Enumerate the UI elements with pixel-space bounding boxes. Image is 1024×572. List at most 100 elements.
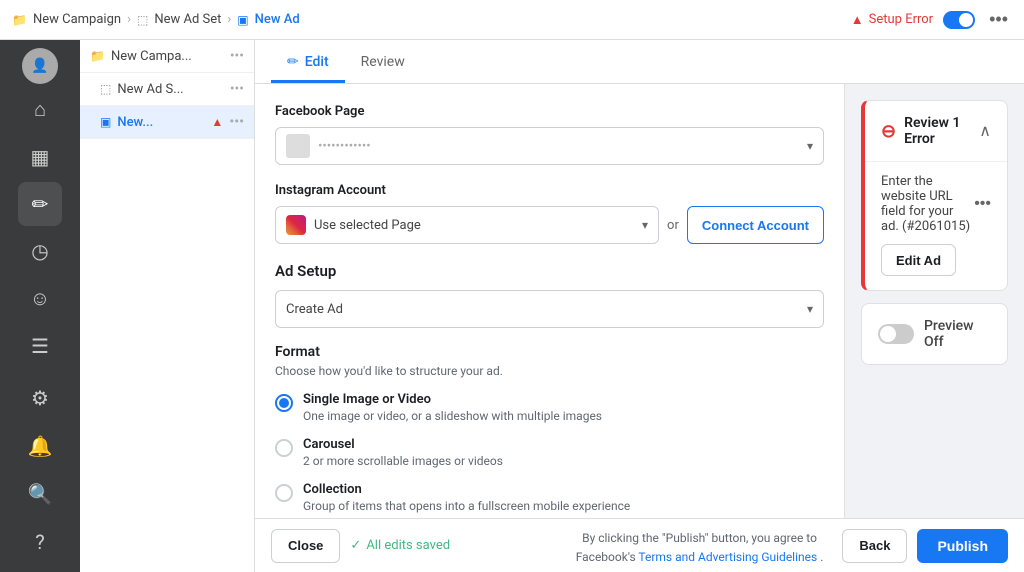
ad-setup-section: Ad Setup Create Ad ▾ Format Choose how y… (275, 262, 824, 518)
sidebar-list[interactable]: ☰ (18, 325, 62, 368)
format-carousel-name: Carousel (303, 437, 503, 452)
radio-carousel[interactable] (275, 439, 293, 457)
saved-status-text: All edits saved (366, 538, 450, 553)
bottom-bar: Close ✓ All edits saved By clicking the … (255, 518, 1024, 572)
sidebar-gear[interactable]: ⚙ (18, 376, 62, 420)
breadcrumb-adset[interactable]: New Ad Set (154, 12, 221, 27)
edit-tab-label: Edit (305, 54, 329, 70)
ad-setup-dropdown[interactable]: Create Ad ▾ (275, 290, 824, 328)
breadcrumb-ad: New Ad (255, 12, 300, 27)
sidebar-bell[interactable]: 🔔 (18, 424, 62, 468)
instagram-selected-value: Use selected Page (314, 218, 421, 233)
facebook-page-arrow: ▾ (807, 139, 813, 153)
format-option-carousel[interactable]: Carousel 2 or more scrollable images or … (275, 437, 824, 468)
format-single-desc: One image or video, or a slideshow with … (303, 409, 602, 423)
setup-error: ▲ Setup Error (851, 12, 933, 28)
warning-icon: ▲ (851, 12, 864, 28)
error-collapse-button[interactable]: ∧ (979, 121, 991, 141)
format-single-name: Single Image or Video (303, 392, 602, 407)
active-icon: ▣ (237, 13, 248, 27)
adset-icon-panel: ⬚ (100, 82, 111, 96)
format-collection-text: Collection Group of items that opens int… (303, 482, 630, 513)
instagram-account-group: Instagram Account Use selected Page ▾ or… (275, 183, 824, 244)
error-card-header: ⊖ Review 1 Error ∧ (865, 101, 1007, 161)
terms-link[interactable]: Terms and Advertising Guidelines (638, 550, 817, 564)
campaign-more-icon[interactable]: ••• (230, 48, 244, 64)
breadcrumb-sep-2: › (227, 12, 231, 27)
campaign-item-new-campaign[interactable]: 📁 New Campa... ••• (80, 40, 254, 73)
ad-more-icon[interactable]: ••• (229, 114, 244, 130)
format-group: Format Choose how you'd like to structur… (275, 344, 824, 513)
format-carousel-text: Carousel 2 or more scrollable images or … (303, 437, 503, 468)
preview-label: Preview Off (924, 318, 991, 350)
or-separator: or (667, 218, 679, 233)
sidebar-clock[interactable]: ◷ (18, 230, 62, 273)
bottom-bar-right: Back Publish (842, 529, 1008, 563)
sidebar-search[interactable]: 🔍 (18, 472, 62, 516)
tab-edit[interactable]: ✏ Edit (271, 44, 345, 83)
format-subtitle: Choose how you'd like to structure your … (275, 364, 824, 378)
format-single-text: Single Image or Video One image or video… (303, 392, 602, 423)
campaign-panel: 📁 New Campa... ••• ⬚ New Ad S... ••• ▣ N… (80, 40, 255, 572)
top-bar-right: ▲ Setup Error ••• (851, 9, 1012, 30)
sidebar-analytics[interactable]: ▦ (18, 135, 62, 178)
error-title: ⊖ Review 1 Error (881, 115, 979, 147)
sidebar-edit[interactable]: ✏ (18, 182, 62, 225)
back-button[interactable]: Back (842, 529, 907, 563)
review-tab-label: Review (361, 54, 405, 70)
publish-button[interactable]: Publish (917, 529, 1008, 563)
ad-icon-panel: ▣ (100, 115, 111, 129)
sidebar-help[interactable]: ? (18, 520, 62, 564)
campaign-item-new-ad[interactable]: ▣ New... ▲ ••• (80, 106, 254, 139)
create-ad-label: Create Ad (286, 302, 343, 317)
format-option-single[interactable]: Single Image or Video One image or video… (275, 392, 824, 423)
avatar[interactable]: 👤 (22, 48, 58, 84)
page-thumbnail (286, 134, 310, 158)
facebook-page-selected: •••••••••••• (318, 139, 371, 154)
left-sidebar: 👤 ⌂ ▦ ✏ ◷ ☺ ☰ ⚙ 🔔 🔍 ? (0, 40, 80, 572)
error-card: ⊖ Review 1 Error ∧ Enter the website URL… (861, 100, 1008, 291)
sidebar-home[interactable]: ⌂ (18, 88, 62, 131)
radio-single[interactable] (275, 394, 293, 412)
ad-warning-icon: ▲ (211, 115, 223, 129)
error-more-button[interactable]: ••• (974, 195, 991, 213)
campaign-item-label: New Campa... (111, 49, 224, 64)
close-button[interactable]: Close (271, 529, 340, 563)
facebook-page-label: Facebook Page (275, 104, 824, 119)
facebook-page-value: •••••••••••• (286, 134, 371, 158)
more-options-button[interactable]: ••• (985, 9, 1012, 30)
breadcrumb-campaign[interactable]: New Campaign (33, 12, 121, 27)
right-panel: ⊖ Review 1 Error ∧ Enter the website URL… (845, 84, 1024, 518)
adset-item-label: New Ad S... (117, 82, 223, 97)
sidebar-bottom: ⚙ 🔔 🔍 ? (18, 376, 62, 564)
sidebar-emoji[interactable]: ☺ (18, 277, 62, 320)
edit-ad-button[interactable]: Edit Ad (881, 244, 956, 276)
format-collection-name: Collection (303, 482, 630, 497)
instagram-account-label: Instagram Account (275, 183, 824, 198)
toggle-knob (959, 13, 973, 27)
instagram-select[interactable]: Use selected Page ▾ (275, 206, 659, 244)
preview-toggle[interactable] (878, 324, 914, 344)
adset-more-icon[interactable]: ••• (230, 81, 244, 97)
content-area: ✏ Edit Review Facebook Page •••••••••••• (255, 40, 1024, 572)
facebook-page-group: Facebook Page •••••••••••• ▾ (275, 104, 824, 165)
error-badge-icon: ⊖ (881, 121, 896, 142)
format-option-collection[interactable]: Collection Group of items that opens int… (275, 482, 824, 513)
instagram-select-arrow: ▾ (642, 218, 648, 232)
error-message-text: Enter the website URL field for your ad.… (881, 174, 974, 234)
preview-card: Preview Off (861, 303, 1008, 365)
facebook-page-select[interactable]: •••••••••••• ▾ (275, 127, 824, 165)
connect-account-button[interactable]: Connect Account (687, 206, 824, 244)
setup-error-label: Setup Error (869, 12, 933, 27)
radio-collection[interactable] (275, 484, 293, 502)
breadcrumb: 📁 New Campaign › ⬚ New Ad Set › ▣ New Ad (12, 12, 843, 27)
two-col-layout: Facebook Page •••••••••••• ▾ Instagram A… (255, 84, 1024, 518)
bottom-bar-left: Close ✓ All edits saved (271, 529, 557, 563)
radio-single-inner (279, 398, 289, 408)
instagram-icon (286, 215, 306, 235)
campaign-item-new-adset[interactable]: ⬚ New Ad S... ••• (80, 73, 254, 106)
terms-area: By clicking the "Publish" button, you ag… (557, 527, 843, 565)
toggle-switch[interactable] (943, 11, 975, 29)
tab-review[interactable]: Review (345, 44, 421, 83)
ad-item-label: New... (117, 115, 205, 130)
